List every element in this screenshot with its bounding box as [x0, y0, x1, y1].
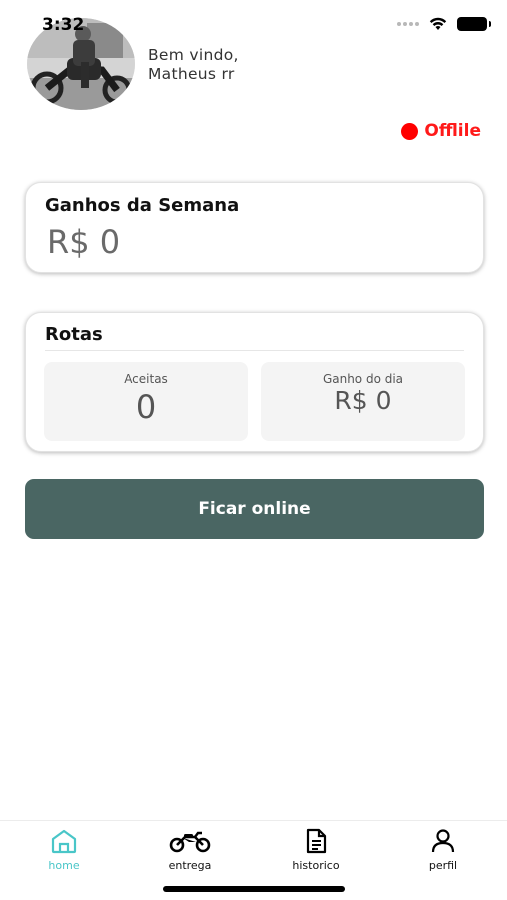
user-icon [431, 829, 455, 853]
accepted-value: 0 [135, 388, 157, 426]
accepted-label: Aceitas [124, 372, 168, 386]
tab-entrega[interactable]: entrega [150, 827, 230, 872]
daily-earnings-stat: Ganho do dia R$ 0 [261, 362, 465, 441]
tab-home[interactable]: home [24, 827, 104, 872]
go-online-button[interactable]: Ficar online [25, 479, 484, 539]
status-dot-icon [401, 122, 419, 140]
home-icon [51, 829, 77, 854]
greeting-line1: Bem vindo, [148, 46, 239, 64]
tab-perfil[interactable]: perfil [403, 827, 483, 872]
accepted-stat: Aceitas 0 [44, 362, 248, 441]
user-name: Matheus rr [148, 65, 235, 83]
wifi-icon [429, 17, 447, 30]
signal-icon [397, 22, 419, 26]
routes-divider [45, 350, 464, 351]
tab-historico[interactable]: historico [276, 827, 356, 872]
motorcycle-icon [169, 831, 211, 853]
status-text: Offlile [424, 121, 481, 141]
greeting: Bem vindo, Matheus rr [148, 46, 239, 84]
tab-entrega-label: entrega [168, 859, 212, 872]
daily-earnings-label: Ganho do dia [322, 372, 404, 386]
status-icons [397, 17, 491, 31]
home-indicator [163, 886, 345, 892]
weekly-earnings-card: Ganhos da Semana R$ 0 [25, 182, 484, 273]
tab-historico-label: historico [292, 859, 340, 872]
battery-icon [457, 17, 491, 31]
weekly-earnings-value: R$ 0 [47, 223, 121, 261]
routes-card: Rotas Aceitas 0 Ganho do dia R$ 0 [25, 312, 484, 452]
document-icon [306, 828, 327, 854]
status-time: 3:32 [42, 15, 85, 35]
weekly-earnings-title: Ganhos da Semana [45, 195, 240, 216]
tab-perfil-label: perfil [428, 859, 458, 872]
online-status: Offlile [401, 121, 481, 141]
tab-home-label: home [48, 859, 80, 872]
routes-title: Rotas [45, 324, 103, 345]
daily-earnings-value: R$ 0 [334, 386, 392, 415]
